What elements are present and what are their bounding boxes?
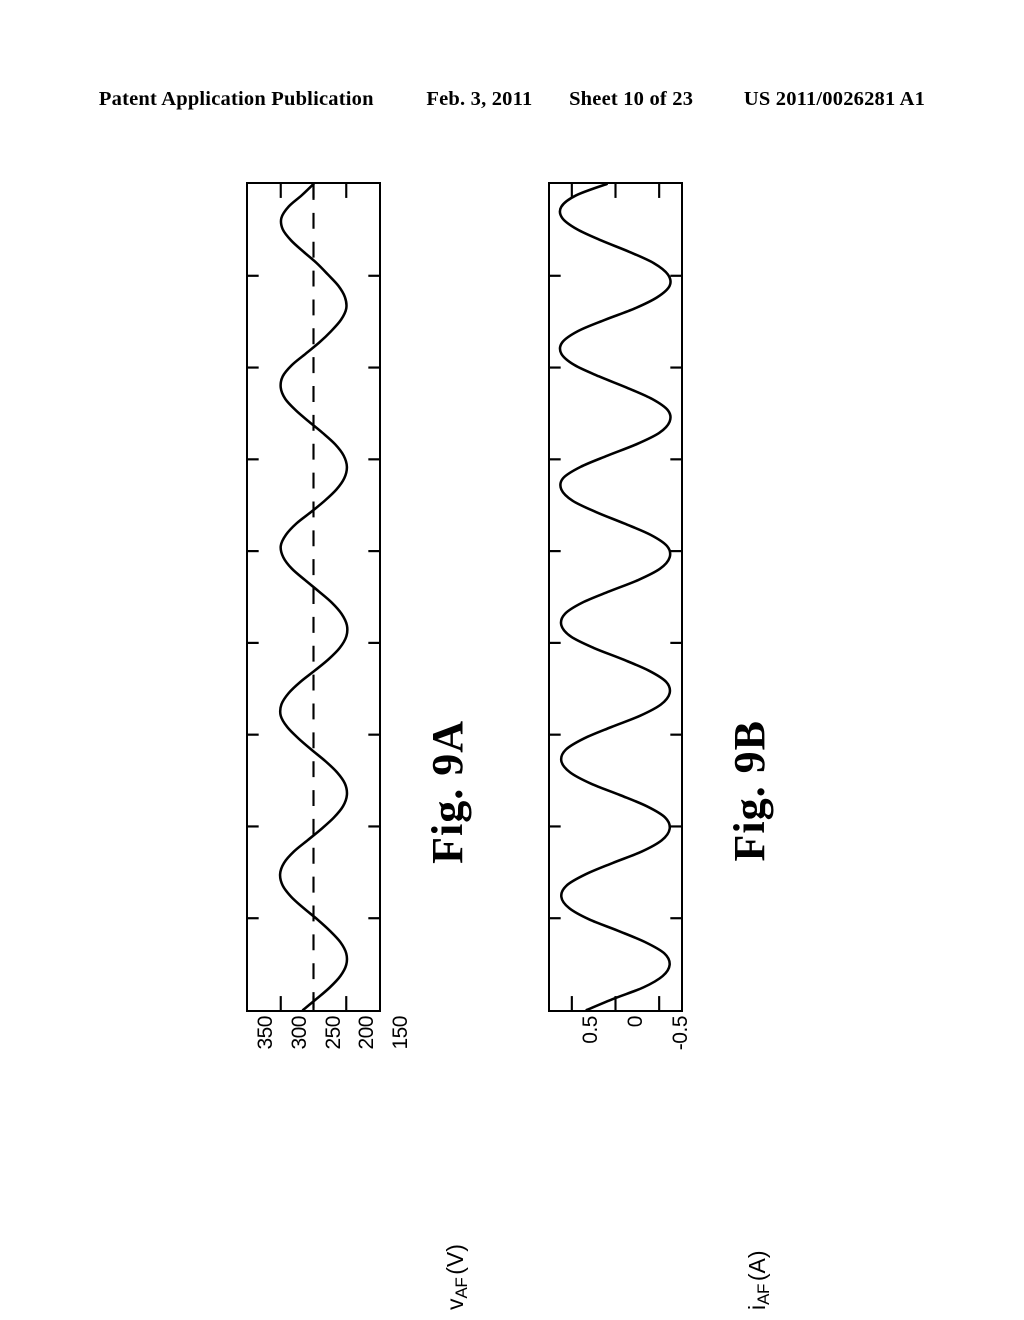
figure-caption-9b: Fig. 9B <box>725 720 774 862</box>
value-axis-tick-labels-9b: 0.5 0 -0.5 <box>548 1016 692 1096</box>
tick-label: 250 <box>321 1016 345 1050</box>
axis-title-9b: iAF(A) <box>744 1110 784 1310</box>
plot-frame-9b <box>548 182 683 1012</box>
axis-title-subscript-9b: AF <box>754 1284 773 1305</box>
tick-label: 150 <box>389 1016 412 1050</box>
tick-label: 0.5 <box>578 1016 602 1044</box>
value-axis-tick-labels-9a: 350 300 250 200 150 <box>246 1016 412 1096</box>
tick-label: 0 <box>623 1016 647 1028</box>
tick-label: 350 <box>254 1016 277 1050</box>
tick-label: 200 <box>355 1016 379 1050</box>
figure-9b: 0.5 0 -0.5 iAF(A) Fig. 9B <box>452 0 872 1320</box>
axis-title-unit-9b: (A) <box>744 1250 770 1282</box>
waveform-i_AF <box>558 184 672 1010</box>
plot-canvas-9a <box>248 184 379 1010</box>
tick-label: 300 <box>287 1016 311 1050</box>
plot-canvas-9b <box>550 184 681 1010</box>
plot-frame-9a <box>246 182 381 1012</box>
axis-title-variable-9b: i <box>744 1304 770 1310</box>
tick-label: -0.5 <box>668 1016 692 1051</box>
